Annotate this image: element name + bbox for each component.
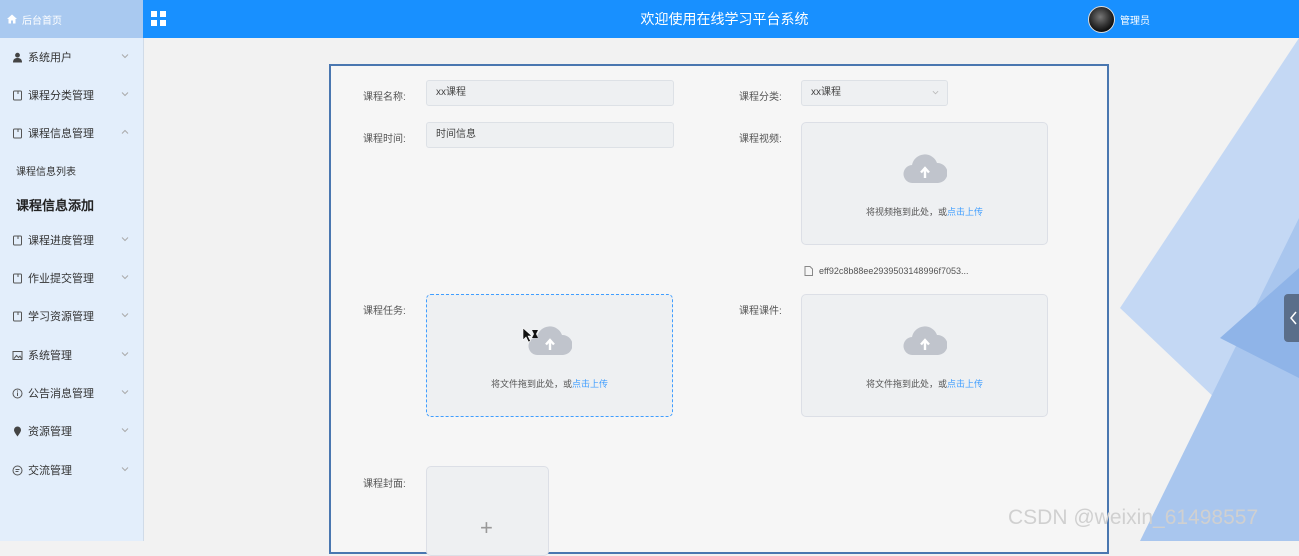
- location-icon: [11, 425, 23, 437]
- chevron-up-icon: [121, 129, 129, 134]
- sidebar-item-label: 系统用户: [28, 52, 72, 64]
- course-cover-label: 课程封面:: [363, 479, 406, 490]
- course-name-input[interactable]: xx课程: [426, 80, 674, 106]
- courseware-upload-hint: 将文件拖到此处，或点击上传: [802, 377, 1047, 390]
- task-upload-dropzone[interactable]: 将文件拖到此处，或点击上传: [426, 294, 673, 417]
- sidebar-item-course-progress[interactable]: 课程进度管理: [0, 221, 143, 259]
- course-name-label: 课程名称:: [363, 92, 406, 103]
- chevron-down-icon: [121, 313, 129, 318]
- chevron-down-icon: [121, 428, 129, 433]
- sidebar-subitem-label: 课程信息列表: [16, 166, 76, 178]
- upload-link[interactable]: 点击上传: [947, 379, 983, 389]
- top-bar: 后台首页 欢迎使用在线学习平台系统 管理员: [0, 0, 1299, 38]
- upload-hint-text: 将文件拖到此处，或: [865, 379, 947, 389]
- sidebar-item-resources[interactable]: 资源管理: [0, 412, 143, 450]
- file-icon: [804, 266, 813, 276]
- sidebar-item-course-category[interactable]: 课程分类管理: [0, 76, 143, 114]
- cover-upload[interactable]: +: [426, 466, 549, 556]
- avatar[interactable]: [1088, 6, 1115, 33]
- sidebar-subitem-course-list[interactable]: 课程信息列表: [0, 153, 143, 187]
- course-time-label: 课程时间:: [363, 134, 406, 145]
- sidebar-item-label: 课程进度管理: [28, 235, 94, 247]
- upload-hint-text: 将视频拖到此处，或: [865, 207, 947, 217]
- chevron-down-icon: [121, 352, 129, 357]
- sidebar-item-label: 课程信息管理: [28, 128, 94, 140]
- upload-link[interactable]: 点击上传: [947, 207, 983, 217]
- tablet-icon: [11, 272, 23, 284]
- tablet-icon: [11, 310, 23, 322]
- course-category-value: xx课程: [811, 87, 841, 98]
- watermark: CSDN @weixin_61498557: [1008, 506, 1259, 529]
- side-panel-toggle[interactable]: [1284, 294, 1299, 342]
- sidebar-item-announcements[interactable]: 公告消息管理: [0, 374, 143, 412]
- sidebar-subitem-course-add[interactable]: 课程信息添加: [0, 187, 143, 221]
- sidebar-item-homework[interactable]: 作业提交管理: [0, 259, 143, 297]
- chevron-down-icon: [121, 54, 129, 59]
- chevron-down-icon: [121, 390, 129, 395]
- file-name-text: eff92c8b88ee2939503148996f7053...: [819, 266, 969, 276]
- course-category-label: 课程分类:: [739, 92, 782, 103]
- user-icon: [11, 51, 23, 63]
- sidebar-item-label: 交流管理: [28, 465, 72, 477]
- chevron-down-icon: [932, 90, 939, 95]
- chevron-down-icon: [121, 467, 129, 472]
- sidebar-item-label: 系统管理: [28, 350, 72, 362]
- sidebar-item-label: 学习资源管理: [28, 311, 94, 323]
- sidebar-item-label: 公告消息管理: [28, 388, 94, 400]
- cloud-upload-icon: [903, 154, 947, 184]
- chevron-left-icon: [1290, 311, 1297, 325]
- upload-link[interactable]: 点击上传: [572, 379, 608, 389]
- user-name: 管理员: [1120, 16, 1150, 27]
- course-category-select[interactable]: xx课程: [801, 80, 948, 106]
- sidebar-item-communication[interactable]: 交流管理: [0, 451, 143, 489]
- sidebar-item-system-users[interactable]: 系统用户: [0, 38, 143, 76]
- courseware-label: 课程课件:: [739, 306, 782, 317]
- course-video-label: 课程视频:: [739, 134, 782, 145]
- tablet-icon: [11, 234, 23, 246]
- course-name-value: xx课程: [436, 87, 466, 98]
- picture-icon: [11, 349, 23, 361]
- user-menu[interactable]: 管理员: [1088, 6, 1150, 33]
- course-task-label: 课程任务:: [363, 306, 406, 317]
- course-time-input[interactable]: 时间信息: [426, 122, 674, 148]
- video-upload-hint: 将视频拖到此处，或点击上传: [802, 205, 1047, 218]
- chat-icon: [11, 464, 23, 476]
- tablet-icon: [11, 127, 23, 139]
- sidebar-item-system-management[interactable]: 系统管理: [0, 336, 143, 374]
- mouse-cursor-icon: [522, 327, 538, 343]
- chevron-down-icon: [121, 275, 129, 280]
- sidebar-subitem-label: 课程信息添加: [16, 197, 95, 213]
- upload-hint-text: 将文件拖到此处，或: [490, 379, 572, 389]
- courseware-upload-dropzone[interactable]: 将文件拖到此处，或点击上传: [801, 294, 1048, 417]
- plus-icon: +: [480, 515, 493, 540]
- sidebar-item-label: 作业提交管理: [28, 273, 94, 285]
- sidebar-item-course-info[interactable]: 课程信息管理: [0, 114, 143, 152]
- tablet-icon: [11, 89, 23, 101]
- sidebar-item-label: 资源管理: [28, 426, 72, 438]
- course-time-value: 时间信息: [436, 129, 476, 140]
- task-upload-hint: 将文件拖到此处，或点击上传: [427, 377, 672, 390]
- info-icon: [11, 387, 23, 399]
- uploaded-file-item[interactable]: eff92c8b88ee2939503148996f7053...: [804, 266, 968, 276]
- background-decoration: [1120, 38, 1299, 541]
- chevron-down-icon: [121, 237, 129, 242]
- sidebar-item-label: 课程分类管理: [28, 90, 94, 102]
- cloud-upload-icon: [903, 326, 947, 356]
- chevron-down-icon: [121, 92, 129, 97]
- video-upload-dropzone[interactable]: 将视频拖到此处，或点击上传: [801, 122, 1048, 245]
- sidebar-item-learning-resources[interactable]: 学习资源管理: [0, 297, 143, 335]
